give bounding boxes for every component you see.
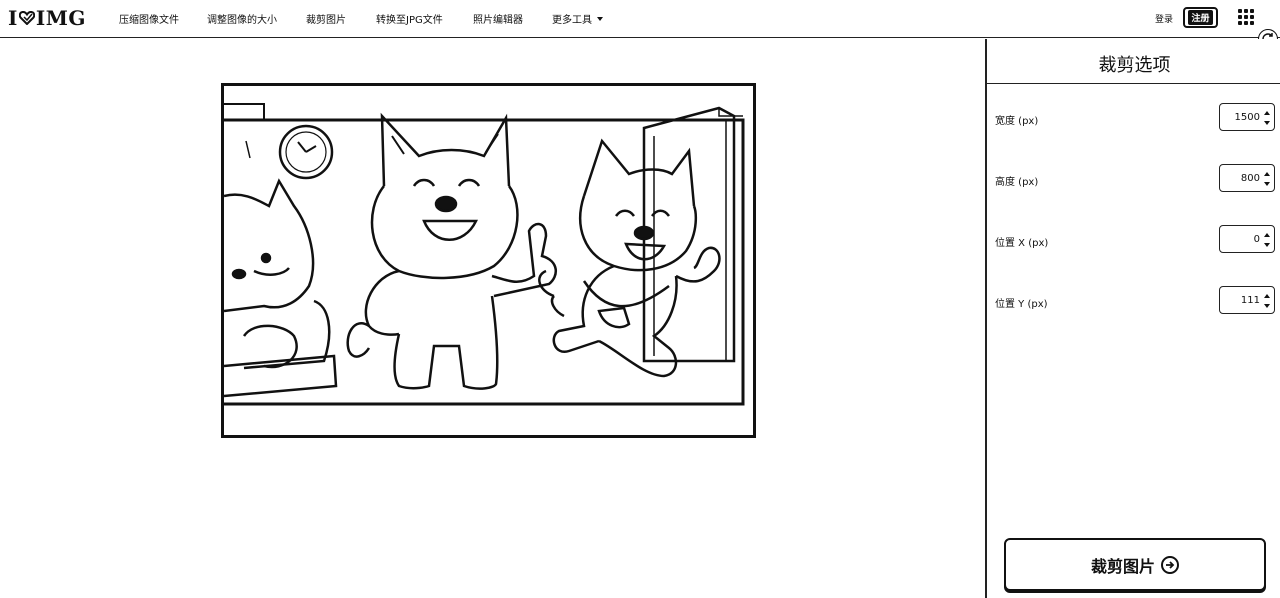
spin-up-icon[interactable] bbox=[1264, 294, 1270, 298]
position-y-input[interactable]: 111 bbox=[1219, 286, 1275, 314]
position-x-stepper[interactable] bbox=[1263, 233, 1271, 247]
position-x-label: 位置 X (px) bbox=[995, 238, 1049, 249]
position-x-input[interactable]: 0 bbox=[1219, 225, 1275, 253]
nav-more-tools[interactable]: 更多工具 bbox=[552, 11, 603, 26]
nav-resize[interactable]: 调整图像的大小 bbox=[207, 11, 306, 26]
husky-cartoon-image bbox=[224, 103, 745, 406]
spin-up-icon[interactable] bbox=[1264, 111, 1270, 115]
top-navbar: I IMG 压缩图像文件 调整图像的大小 裁剪图片 转换至JPG文件 照片编辑器… bbox=[0, 0, 1280, 38]
logo-text-left: I bbox=[8, 6, 18, 30]
height-label: 高度 (px) bbox=[995, 177, 1039, 188]
crop-options-panel: 裁剪选项 宽度 (px) 1500 高度 (px) 800 位置 X (px) … bbox=[985, 39, 1280, 598]
crop-image[interactable] bbox=[221, 83, 756, 438]
apps-grid-icon[interactable] bbox=[1238, 9, 1254, 25]
divider bbox=[987, 83, 1280, 84]
spin-down-icon[interactable] bbox=[1264, 304, 1270, 308]
register-label: 注册 bbox=[1188, 10, 1213, 25]
login-link[interactable]: 登录 bbox=[1155, 12, 1173, 25]
chevron-down-icon bbox=[597, 16, 603, 21]
position-y-value: 111 bbox=[1240, 294, 1260, 306]
logo-text-right: IMG bbox=[35, 6, 86, 30]
width-field: 宽度 (px) 1500 bbox=[995, 103, 1275, 133]
heart-icon bbox=[18, 11, 35, 25]
crop-image-button[interactable]: 裁剪图片 bbox=[1004, 538, 1266, 591]
height-input[interactable]: 800 bbox=[1219, 164, 1275, 192]
height-field: 高度 (px) 800 bbox=[995, 164, 1275, 194]
position-x-value: 0 bbox=[1253, 233, 1260, 245]
height-value: 800 bbox=[1240, 172, 1260, 184]
nav-crop[interactable]: 裁剪图片 bbox=[306, 11, 376, 26]
height-stepper[interactable] bbox=[1263, 172, 1271, 186]
nav-compress[interactable]: 压缩图像文件 bbox=[119, 11, 207, 26]
arrow-right-icon bbox=[1161, 555, 1179, 574]
position-y-stepper[interactable] bbox=[1263, 294, 1271, 308]
nav-convert-jpg[interactable]: 转换至JPG文件 bbox=[376, 11, 473, 26]
spin-down-icon[interactable] bbox=[1264, 243, 1270, 247]
logo[interactable]: I IMG bbox=[8, 6, 86, 30]
spin-down-icon[interactable] bbox=[1264, 121, 1270, 125]
width-input[interactable]: 1500 bbox=[1219, 103, 1275, 131]
panel-title: 裁剪选项 bbox=[1098, 55, 1171, 76]
position-x-field: 位置 X (px) 0 bbox=[995, 225, 1275, 255]
spin-up-icon[interactable] bbox=[1264, 172, 1270, 176]
main-nav: 压缩图像文件 调整图像的大小 裁剪图片 转换至JPG文件 照片编辑器 更多工具 bbox=[119, 11, 603, 26]
register-button[interactable]: 注册 bbox=[1183, 7, 1218, 28]
nav-more-tools-label: 更多工具 bbox=[552, 15, 592, 26]
spin-down-icon[interactable] bbox=[1264, 182, 1270, 186]
position-y-label: 位置 Y (px) bbox=[995, 299, 1048, 310]
nav-photo-editor[interactable]: 照片编辑器 bbox=[473, 11, 552, 26]
position-y-field: 位置 Y (px) 111 bbox=[995, 286, 1275, 316]
crop-button-label: 裁剪图片 bbox=[1090, 556, 1155, 576]
width-label: 宽度 (px) bbox=[995, 116, 1039, 127]
width-value: 1500 bbox=[1234, 111, 1260, 123]
width-stepper[interactable] bbox=[1263, 111, 1271, 125]
spin-up-icon[interactable] bbox=[1264, 233, 1270, 237]
